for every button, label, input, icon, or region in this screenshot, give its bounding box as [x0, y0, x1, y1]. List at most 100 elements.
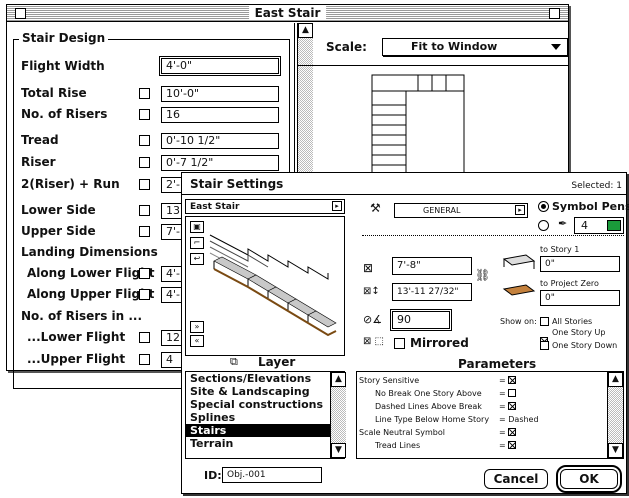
- unchecked-icon[interactable]: [508, 389, 517, 397]
- riser-label: Riser: [21, 155, 56, 169]
- parameter-value: =: [499, 387, 517, 400]
- selected-count: Selected: 1: [571, 181, 622, 191]
- checked-icon[interactable]: [508, 428, 517, 436]
- parameter-row[interactable]: Story Sensitive =: [359, 374, 605, 387]
- stair-settings-dialog: Stair Settings Selected: 1 East Stair ▸ …: [181, 172, 629, 494]
- total-rise-lock-checkbox[interactable]: [139, 88, 150, 99]
- one-story-down-checkbox[interactable]: [540, 341, 549, 350]
- to-project-zero-field[interactable]: 0": [540, 290, 620, 306]
- stair-plan-preview: [371, 74, 465, 176]
- parameter-row[interactable]: Line Type Below Home Story = Dashed: [359, 413, 605, 426]
- stair-3d-preview: ▣ ⌐ ↩ » «: [185, 216, 345, 356]
- equals-sign: =: [499, 415, 509, 424]
- layer-popup[interactable]: GENERAL ▸: [394, 203, 528, 218]
- parameter-name: Scale Neutral Symbol: [359, 428, 445, 437]
- layer-list-item[interactable]: Terrain: [186, 437, 344, 450]
- to-project-zero-label: to Project Zero: [540, 279, 599, 288]
- chain-link-icon[interactable]: ⛓: [475, 268, 490, 282]
- popup-arrow-icon: ▸: [515, 205, 525, 215]
- east-stair-titlebar[interactable]: East Stair: [7, 5, 568, 22]
- parameter-name: Line Type Below Home Story: [375, 415, 490, 424]
- pen-number-field[interactable]: 4: [574, 217, 624, 234]
- ok-button[interactable]: OK: [556, 465, 622, 493]
- prev-arrow-icon[interactable]: «: [190, 335, 204, 347]
- layer-list-item[interactable]: Site & Landscaping: [186, 385, 344, 398]
- tread-field[interactable]: 0'-10 1/2": [161, 133, 279, 149]
- next-arrow-icon[interactable]: »: [190, 321, 204, 333]
- checked-icon[interactable]: [508, 402, 517, 410]
- mirrored-checkbox[interactable]: [394, 338, 405, 349]
- close-box-icon[interactable]: [15, 8, 26, 19]
- tread-lock-checkbox[interactable]: [139, 135, 150, 146]
- angle-icon: ⊘∡: [363, 313, 383, 326]
- lower-flight-lock-checkbox[interactable]: [139, 332, 150, 343]
- pen-icon: ✒: [558, 217, 568, 230]
- lower-flight-label: ...Lower Flight: [27, 330, 126, 344]
- parameter-value: =: [499, 400, 517, 413]
- symbol-pens-radio[interactable]: [538, 201, 549, 212]
- view-3d-icon[interactable]: ▣: [190, 221, 204, 233]
- group-title: Stair Design: [19, 31, 109, 45]
- no-of-risers-lock-checkbox[interactable]: [139, 109, 150, 120]
- pen-color-swatch: [607, 220, 621, 231]
- scroll-down-icon[interactable]: ▼: [608, 443, 623, 458]
- length-field[interactable]: 7'-8": [392, 257, 472, 275]
- layer-icon: ⧉: [230, 355, 238, 368]
- total-rise-field[interactable]: 10'-0": [161, 86, 279, 102]
- parameter-value: = Dashed: [499, 413, 539, 426]
- checked-icon[interactable]: [508, 441, 517, 449]
- parameters-scrollbar[interactable]: ▲ ▼: [607, 372, 623, 458]
- dialog-titlebar[interactable]: Stair Settings Selected: 1: [182, 173, 626, 195]
- upper-side-lock-checkbox[interactable]: [139, 226, 150, 237]
- scale-dropdown[interactable]: Fit to Window: [382, 38, 568, 56]
- parameter-row[interactable]: No Break One Story Above =: [359, 387, 605, 400]
- zoom-box-icon[interactable]: [549, 8, 560, 19]
- parameter-row[interactable]: Tread Lines =: [359, 439, 605, 452]
- scroll-up-icon[interactable]: ▲: [608, 372, 623, 387]
- width-field[interactable]: 13'-11 27/32": [392, 283, 472, 301]
- risers-in-label: No. of Risers in ...: [21, 309, 143, 323]
- scroll-down-icon[interactable]: ▼: [331, 443, 346, 458]
- to-story-field[interactable]: 0": [540, 256, 620, 272]
- lower-side-label: Lower Side: [21, 203, 96, 217]
- parameter-name: Dashed Lines Above Break: [375, 402, 482, 411]
- all-stories-label: All Stories: [552, 317, 593, 326]
- layer-list-item[interactable]: Splines: [186, 411, 344, 424]
- scale-value: Fit to Window: [411, 40, 498, 53]
- divider: [362, 235, 624, 236]
- one-story-down-label: One Story Down: [552, 341, 618, 350]
- lower-side-lock-checkbox[interactable]: [139, 205, 150, 216]
- parameters-list[interactable]: Story Sensitive = No Break One Story Abov…: [356, 371, 624, 459]
- layer-list-item[interactable]: Special constructions: [186, 398, 344, 411]
- layer-list-item[interactable]: Stairs: [186, 424, 344, 437]
- parameter-row[interactable]: Scale Neutral Symbol =: [359, 426, 605, 439]
- angle-field[interactable]: 90: [390, 309, 452, 331]
- layer-list[interactable]: Sections/Elevations Site & Landscaping Spe…: [185, 371, 345, 459]
- one-story-up-label: One Story Up: [552, 328, 606, 337]
- scroll-up-icon[interactable]: ▲: [331, 372, 346, 387]
- layer-list-scrollbar[interactable]: ▲ ▼: [330, 372, 346, 458]
- id-field[interactable]: Obj.-001: [222, 467, 322, 483]
- upper-flight-lock-checkbox[interactable]: [139, 354, 150, 365]
- to-story-label: to Story 1: [540, 245, 580, 254]
- along-upper-lock-checkbox[interactable]: [139, 289, 150, 300]
- model-pens-radio[interactable]: [538, 220, 549, 231]
- no-of-risers-label: No. of Risers: [21, 107, 108, 121]
- stair-curved-icon[interactable]: ↩: [190, 253, 204, 265]
- riser-lock-checkbox[interactable]: [139, 157, 150, 168]
- length-icon: ⊠: [363, 261, 374, 275]
- parameter-row[interactable]: Dashed Lines Above Break =: [359, 400, 605, 413]
- id-label: ID:: [204, 469, 222, 482]
- cancel-button[interactable]: Cancel: [484, 469, 548, 489]
- two-riser-run-lock-checkbox[interactable]: [139, 179, 150, 190]
- equals-sign: =: [499, 389, 509, 398]
- checked-icon[interactable]: [508, 376, 517, 384]
- riser-field[interactable]: 0'-7 1/2": [161, 155, 279, 171]
- layer-list-item[interactable]: Sections/Elevations: [186, 372, 344, 385]
- no-of-risers-field[interactable]: 16: [161, 107, 279, 123]
- all-stories-checkbox[interactable]: [540, 317, 549, 326]
- along-lower-lock-checkbox[interactable]: [139, 268, 150, 279]
- stair-straight-icon[interactable]: ⌐: [190, 237, 204, 249]
- stair-name-popup[interactable]: East Stair ▸: [185, 199, 345, 214]
- flight-width-field[interactable]: 4'-0": [159, 56, 281, 76]
